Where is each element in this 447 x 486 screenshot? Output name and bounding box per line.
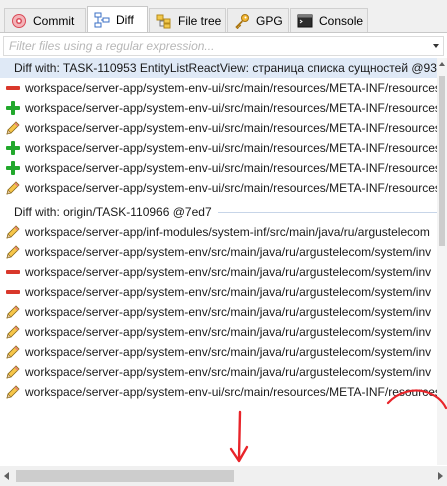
modified-pencil-icon — [5, 120, 21, 136]
file-path: workspace/server-app/system-env/src/main… — [25, 365, 432, 379]
file-row[interactable]: workspace/server-app/system-env-ui/src/m… — [0, 138, 447, 158]
vertical-scrollbar[interactable] — [437, 58, 447, 465]
added-icon — [5, 140, 21, 156]
group-title: Diff with: TASK-110953 EntityListReactVi… — [14, 61, 447, 75]
scroll-left-icon[interactable] — [4, 472, 9, 480]
removed-icon — [5, 80, 21, 96]
file-row[interactable]: workspace/server-app/system-env/src/main… — [0, 342, 447, 362]
modified-pencil-icon — [5, 324, 21, 340]
tab-label: Console — [319, 13, 364, 28]
file-row[interactable]: workspace/server-app/system-env-ui/src/m… — [0, 98, 447, 118]
horizontal-scroll-thumb[interactable] — [16, 470, 234, 482]
removed-icon — [5, 264, 21, 280]
tab-bar: Commit Diff File tree GPG Console — [0, 0, 447, 33]
file-row[interactable]: workspace/server-app/system-env/src/main… — [0, 242, 447, 262]
tab-console[interactable]: Console — [290, 8, 368, 32]
group-title: Diff with: origin/TASK-110966 @7ed7 — [14, 205, 212, 219]
tab-label: Diff — [116, 13, 134, 27]
filter-dropdown-icon[interactable] — [433, 44, 439, 48]
file-path: workspace/server-app/system-env-ui/src/m… — [25, 121, 441, 135]
commit-icon — [11, 13, 27, 29]
file-row[interactable]: workspace/server-app/system-env-ui/src/m… — [0, 158, 447, 178]
file-tree-icon — [156, 13, 172, 29]
file-path: workspace/server-app/system-env/src/main… — [25, 305, 432, 319]
file-path: workspace/server-app/system-env-ui/src/m… — [25, 161, 441, 175]
file-path: workspace/server-app/system-env-ui/src/m… — [25, 101, 441, 115]
modified-pencil-icon — [5, 180, 21, 196]
tab-divider — [0, 32, 447, 33]
file-path: workspace/server-app/system-env-ui/src/m… — [25, 385, 441, 399]
file-row[interactable]: workspace/server-app/system-env/src/main… — [0, 282, 447, 302]
file-row[interactable]: workspace/server-app/system-env/src/main… — [0, 302, 447, 322]
file-row[interactable]: workspace/server-app/system-env-ui/src/m… — [0, 78, 447, 98]
key-icon — [234, 13, 250, 29]
console-icon — [297, 13, 313, 29]
diff-group-header[interactable]: Diff with: origin/TASK-110966 @7ed7 — [0, 202, 447, 222]
file-path: workspace/server-app/system-env-ui/src/m… — [25, 81, 441, 95]
file-path: workspace/server-app/system-env/src/main… — [25, 245, 432, 259]
file-row[interactable]: workspace/server-app/system-env-ui/src/m… — [0, 178, 447, 198]
tab-commit[interactable]: Commit — [4, 8, 86, 32]
file-row[interactable]: workspace/server-app/system-env/src/main… — [0, 362, 447, 382]
scroll-up-icon[interactable] — [439, 62, 445, 66]
filter-input[interactable] — [4, 37, 424, 55]
tab-diff[interactable]: Diff — [87, 6, 148, 33]
file-path: workspace/server-app/system-env-ui/src/m… — [25, 141, 441, 155]
vertical-scroll-thumb[interactable] — [439, 76, 445, 246]
tab-label: File tree — [178, 13, 222, 28]
file-row[interactable]: workspace/server-app/system-env-ui/src/m… — [0, 118, 447, 138]
modified-pencil-icon — [5, 344, 21, 360]
file-path: workspace/server-app/system-env-ui/src/m… — [25, 181, 441, 195]
file-row[interactable]: workspace/server-app/inf-modules/system-… — [0, 222, 447, 242]
modified-pencil-icon — [5, 364, 21, 380]
diff-group-header[interactable]: Diff with: TASK-110953 EntityListReactVi… — [0, 58, 447, 78]
diff-icon — [94, 12, 110, 28]
file-row[interactable]: workspace/server-app/system-env-ui/src/m… — [0, 382, 447, 402]
added-icon — [5, 100, 21, 116]
modified-pencil-icon — [5, 384, 21, 400]
horizontal-scrollbar[interactable] — [0, 466, 447, 486]
tab-label: GPG — [256, 13, 283, 28]
file-path: workspace/server-app/inf-modules/system-… — [25, 225, 430, 239]
removed-icon — [5, 284, 21, 300]
file-path: workspace/server-app/system-env/src/main… — [25, 345, 432, 359]
group-separator — [217, 211, 447, 213]
file-row[interactable]: workspace/server-app/system-env/src/main… — [0, 262, 447, 282]
file-path: workspace/server-app/system-env/src/main… — [25, 285, 432, 299]
filter-box — [3, 36, 444, 56]
modified-pencil-icon — [5, 244, 21, 260]
diff-file-list: Diff with: TASK-110953 EntityListReactVi… — [0, 58, 447, 458]
file-path: workspace/server-app/system-env/src/main… — [25, 325, 432, 339]
file-path: workspace/server-app/system-env/src/main… — [25, 265, 432, 279]
tab-gpg[interactable]: GPG — [227, 8, 289, 32]
scroll-right-icon[interactable] — [438, 472, 443, 480]
modified-pencil-icon — [5, 304, 21, 320]
tab-file-tree[interactable]: File tree — [149, 8, 226, 32]
modified-pencil-icon — [5, 224, 21, 240]
tab-label: Commit — [33, 13, 75, 28]
added-icon — [5, 160, 21, 176]
file-row[interactable]: workspace/server-app/system-env/src/main… — [0, 322, 447, 342]
